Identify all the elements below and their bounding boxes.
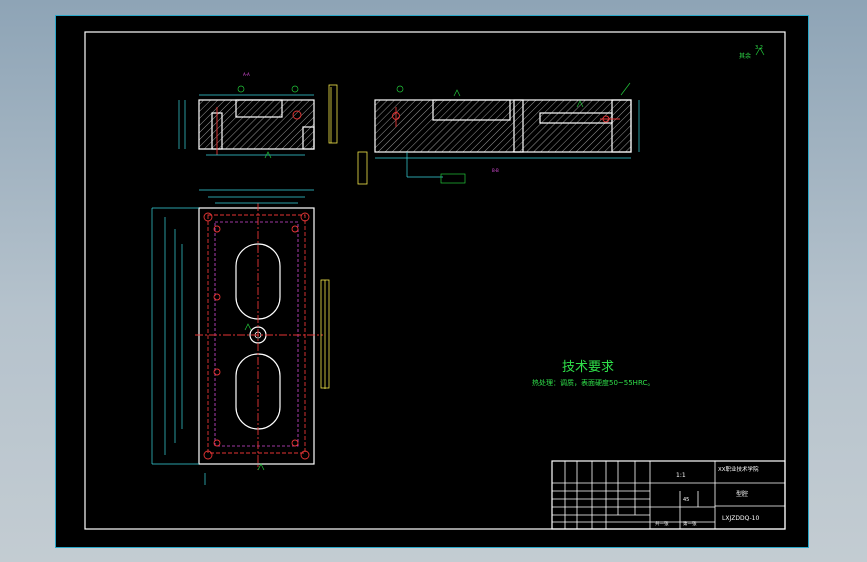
front-section-view: A-A xyxy=(178,72,338,159)
svg-text:B-B: B-B xyxy=(492,168,499,173)
svg-text:A-A: A-A xyxy=(243,72,250,77)
cad-drawing: 其余 3.2 A-A B-B 技术要求 热处理：调质，表面硬度50~55HRC。… xyxy=(84,31,786,530)
title-block-school: XX职业技术学院 xyxy=(718,465,759,473)
drawing-sheet: 其余 3.2 A-A B-B 技术要求 热处理：调质，表面硬度50~55HRC。… xyxy=(55,15,809,548)
roughness-label: 其余 xyxy=(739,52,751,60)
title-block-sheet-no: 第一张 xyxy=(683,520,697,527)
roughness-note: 其余 3.2 xyxy=(739,45,765,60)
notes-title: 技术要求 xyxy=(562,360,614,375)
notes-line-1: 热处理：调质，表面硬度50~55HRC。 xyxy=(532,378,654,387)
title-block-part-name: 型腔 xyxy=(736,490,748,498)
title-block-scale: 1:1 xyxy=(676,472,686,479)
title-block-drawing-no: LXJZDDQ-10 xyxy=(722,515,759,522)
side-section-view: B-B xyxy=(357,82,640,185)
svg-text:3.2: 3.2 xyxy=(755,45,763,51)
plan-view xyxy=(151,189,330,485)
title-block: 1:1 XX职业技术学院 型腔 LXJZDDQ-10 共一张 第一张 45 xyxy=(551,460,786,530)
title-block-material: 45 xyxy=(683,497,689,503)
technical-notes: 技术要求 热处理：调质，表面硬度50~55HRC。 xyxy=(532,360,654,387)
title-block-sheet-total: 共一张 xyxy=(655,520,669,527)
